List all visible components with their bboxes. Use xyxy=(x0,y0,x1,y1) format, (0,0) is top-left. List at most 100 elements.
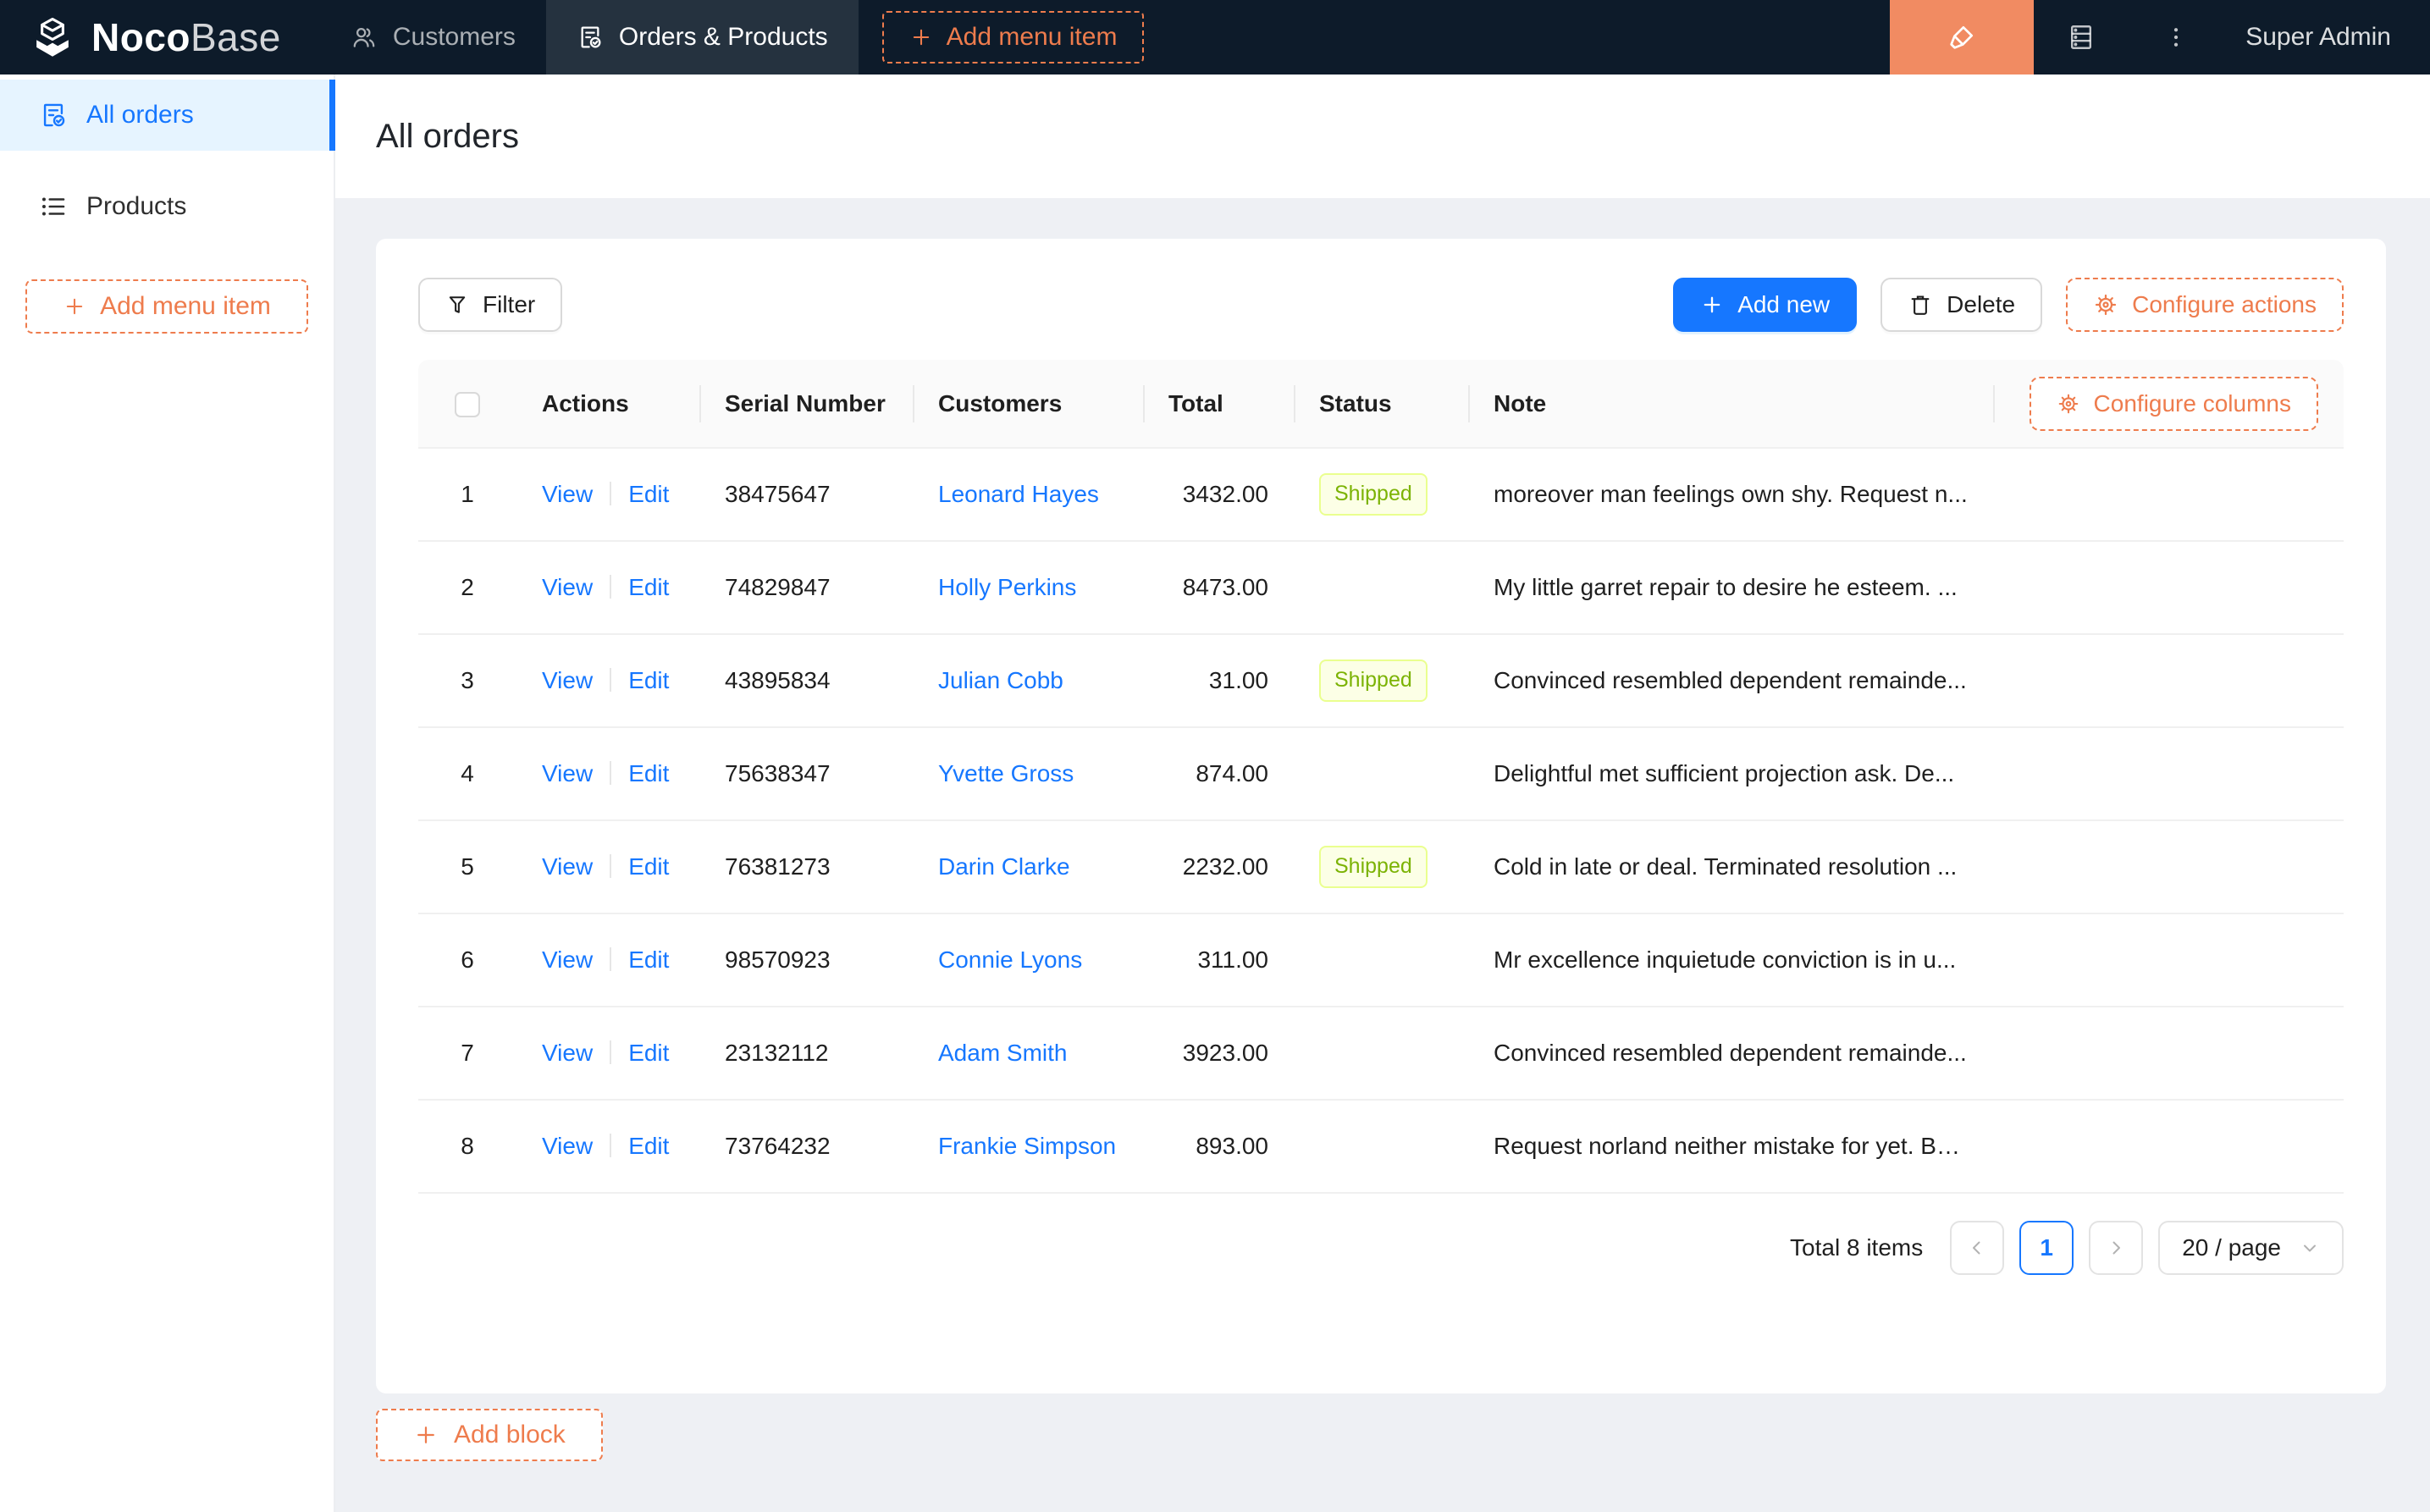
status-badge: Shipped xyxy=(1319,473,1428,516)
view-link[interactable]: View xyxy=(542,760,593,786)
table-row: 7 View Edit 23132112 Adam Smith 3923.00 C… xyxy=(418,1007,2344,1101)
view-link[interactable]: View xyxy=(542,853,593,880)
filter-button[interactable]: Filter xyxy=(418,278,563,332)
add-block-label: Add block xyxy=(454,1421,566,1449)
edit-link[interactable]: Edit xyxy=(628,946,669,973)
customers-icon xyxy=(351,24,378,51)
row-actions: View Edit xyxy=(516,913,699,1007)
total-cell: 8473.00 xyxy=(1143,541,1294,635)
customer-link[interactable]: Frankie Simpson xyxy=(938,1133,1116,1159)
sidebar-item-products[interactable]: Products xyxy=(0,171,334,242)
table-toolbar: Filter Add new Delete Configure actions xyxy=(418,278,2344,332)
table-row: 6 View Edit 98570923 Connie Lyons 311.00 … xyxy=(418,913,2344,1007)
status-cell xyxy=(1294,541,1468,635)
orders-table-block: Filter Add new Delete Configure actions … xyxy=(376,239,2386,1393)
edit-link[interactable]: Edit xyxy=(628,574,669,600)
action-separator xyxy=(610,482,612,505)
row-actions: View Edit xyxy=(516,541,699,635)
add-new-button[interactable]: Add new xyxy=(1673,278,1858,332)
gear-icon xyxy=(2093,292,2118,317)
configure-actions-label: Configure actions xyxy=(2132,291,2317,317)
sidebar-add-menu-item-label: Add menu item xyxy=(100,292,271,320)
highlighter-icon xyxy=(1946,21,1978,53)
view-link[interactable]: View xyxy=(542,946,593,973)
action-separator xyxy=(610,668,612,692)
edit-link[interactable]: Edit xyxy=(628,760,669,786)
previous-page-button[interactable] xyxy=(1950,1221,2005,1275)
edit-link[interactable]: Edit xyxy=(628,1133,669,1159)
row-actions: View Edit xyxy=(516,1100,699,1194)
collections-database-button[interactable] xyxy=(2034,0,2129,74)
action-separator xyxy=(610,575,612,599)
navbar-add-menu-item-button[interactable]: Add menu item xyxy=(881,11,1145,63)
delete-button[interactable]: Delete xyxy=(1880,278,2043,332)
database-icon xyxy=(2066,22,2096,52)
configure-columns-button[interactable]: Configure columns xyxy=(2029,376,2318,431)
filter-icon xyxy=(445,293,469,317)
view-link[interactable]: View xyxy=(542,481,593,507)
table-row: 4 View Edit 75638347 Yvette Gross 874.00 … xyxy=(418,727,2344,821)
row-actions: View Edit xyxy=(516,820,699,914)
add-block-button[interactable]: Add block xyxy=(376,1409,603,1461)
status-cell: Shipped xyxy=(1294,820,1468,914)
table-row: 2 View Edit 74829847 Holly Perkins 8473.0… xyxy=(418,541,2344,635)
total-cell: 893.00 xyxy=(1143,1100,1294,1194)
action-separator xyxy=(610,761,612,785)
customer-link[interactable]: Holly Perkins xyxy=(938,574,1076,600)
column-header-total: Total xyxy=(1143,360,1294,449)
filter-button-label: Filter xyxy=(483,291,536,317)
serial-number-cell: 75638347 xyxy=(699,727,913,821)
tab-customers[interactable]: Customers xyxy=(320,0,546,74)
select-all-checkbox[interactable] xyxy=(455,391,480,417)
sidebar-add-menu-item-button[interactable]: Add menu item xyxy=(25,279,308,334)
empty-cell xyxy=(1993,820,2344,914)
view-link[interactable]: View xyxy=(542,574,593,600)
ui-editor-button[interactable] xyxy=(1890,0,2035,74)
status-cell xyxy=(1294,1007,1468,1101)
action-separator xyxy=(610,947,612,971)
view-link[interactable]: View xyxy=(542,1040,593,1066)
serial-number-cell: 76381273 xyxy=(699,820,913,914)
customer-link[interactable]: Julian Cobb xyxy=(938,667,1063,693)
nocobase-logo[interactable]: NocoBase xyxy=(0,0,320,74)
list-icon xyxy=(39,192,68,221)
row-index: 8 xyxy=(418,1100,516,1194)
note-cell: Mr excellence inquietude conviction is i… xyxy=(1468,913,1993,1007)
page-title: All orders xyxy=(376,117,519,155)
edit-link[interactable]: Edit xyxy=(628,481,669,507)
status-cell xyxy=(1294,913,1468,1007)
column-header-actions: Actions xyxy=(516,360,699,449)
row-actions: View Edit xyxy=(516,634,699,728)
column-header-customers: Customers xyxy=(913,360,1143,449)
view-link[interactable]: View xyxy=(542,1133,593,1159)
status-cell xyxy=(1294,727,1468,821)
more-options-button[interactable] xyxy=(2129,0,2223,74)
edit-link[interactable]: Edit xyxy=(628,853,669,880)
sidebar-item-all-orders[interactable]: All orders xyxy=(0,80,335,151)
edit-link[interactable]: Edit xyxy=(628,667,669,693)
customer-link[interactable]: Leonard Hayes xyxy=(938,481,1099,507)
next-page-button[interactable] xyxy=(2089,1221,2144,1275)
edit-link[interactable]: Edit xyxy=(628,1040,669,1066)
page-number-button[interactable]: 1 xyxy=(2019,1221,2074,1275)
customer-link[interactable]: Connie Lyons xyxy=(938,946,1082,973)
note-cell: Convinced resembled dependent remainde..… xyxy=(1468,634,1993,728)
row-index: 1 xyxy=(418,448,516,542)
view-link[interactable]: View xyxy=(542,667,593,693)
customer-link[interactable]: Adam Smith xyxy=(938,1040,1068,1066)
user-menu[interactable]: Super Admin xyxy=(2223,0,2430,74)
customer-cell: Connie Lyons xyxy=(913,913,1143,1007)
customer-cell: Frankie Simpson xyxy=(913,1100,1143,1194)
customer-link[interactable]: Yvette Gross xyxy=(938,760,1074,786)
page-size-select[interactable]: 20 / page xyxy=(2158,1221,2344,1275)
serial-number-cell: 38475647 xyxy=(699,448,913,542)
total-cell: 874.00 xyxy=(1143,727,1294,821)
pagination: Total 8 items 1 20 / page xyxy=(418,1221,2344,1275)
row-actions: View Edit xyxy=(516,727,699,821)
nocobase-logo-icon xyxy=(30,15,75,59)
tab-orders-products[interactable]: Orders & Products xyxy=(545,0,859,74)
configure-actions-button[interactable]: Configure actions xyxy=(2066,278,2344,332)
customer-link[interactable]: Darin Clarke xyxy=(938,853,1070,880)
empty-cell xyxy=(1993,541,2344,635)
note-cell: Cold in late or deal. Terminated resolut… xyxy=(1468,820,1993,914)
